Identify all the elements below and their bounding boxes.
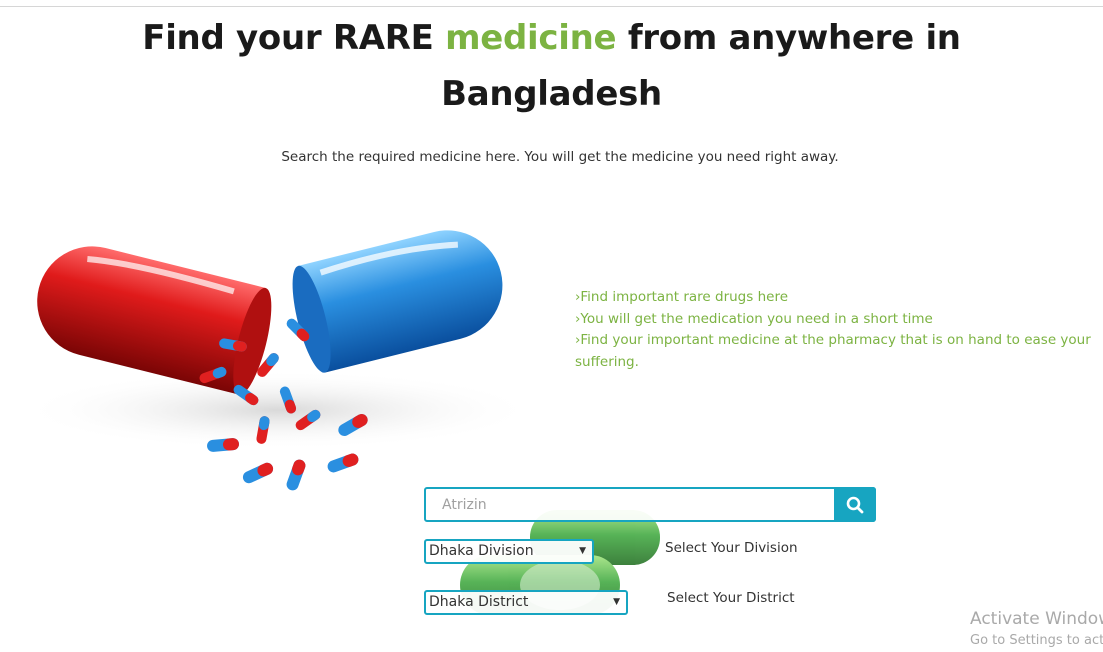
top-divider bbox=[0, 6, 1103, 7]
feature-item: ›You will get the medication you need in… bbox=[575, 310, 933, 327]
watermark-title: Activate Windows bbox=[970, 609, 1103, 629]
search-button[interactable] bbox=[834, 487, 876, 522]
medicine-search-bar bbox=[424, 487, 876, 522]
watermark-subtitle: Go to Settings to activate Windows. bbox=[970, 633, 1103, 648]
page-subtitle: Search the required medicine here. You w… bbox=[281, 149, 839, 165]
feature-list: ›Find important rare drugs here ›You wil… bbox=[575, 287, 1095, 373]
chevron-down-icon: ▼ bbox=[579, 546, 586, 556]
capsule-pills-image bbox=[18, 230, 538, 491]
district-selected-value: Dhaka District bbox=[429, 594, 529, 610]
district-select[interactable]: Dhaka District ▼ bbox=[424, 590, 628, 615]
title-accent: medicine bbox=[445, 18, 617, 58]
title-line-2: Bangladesh bbox=[441, 74, 662, 114]
medicine-search-input[interactable] bbox=[426, 489, 834, 520]
division-select[interactable]: Dhaka Division ▼ bbox=[424, 539, 594, 564]
title-part-1: Find your RARE bbox=[142, 18, 446, 58]
division-selected-value: Dhaka Division bbox=[429, 543, 534, 559]
feature-item: ›Find important rare drugs here bbox=[575, 289, 789, 305]
feature-item: ›Find your important medicine at the pha… bbox=[575, 332, 1091, 370]
activation-watermark: Activate Windows Go to Settings to activ… bbox=[970, 608, 1103, 652]
title-part-2: from anywhere in bbox=[616, 18, 961, 58]
division-label: Select Your Division bbox=[665, 540, 798, 556]
district-label: Select Your District bbox=[667, 590, 795, 606]
chevron-down-icon: ▼ bbox=[613, 597, 620, 607]
page-title: Find your RARE medicine from anywhere in… bbox=[0, 10, 1103, 122]
search-icon bbox=[846, 496, 864, 513]
